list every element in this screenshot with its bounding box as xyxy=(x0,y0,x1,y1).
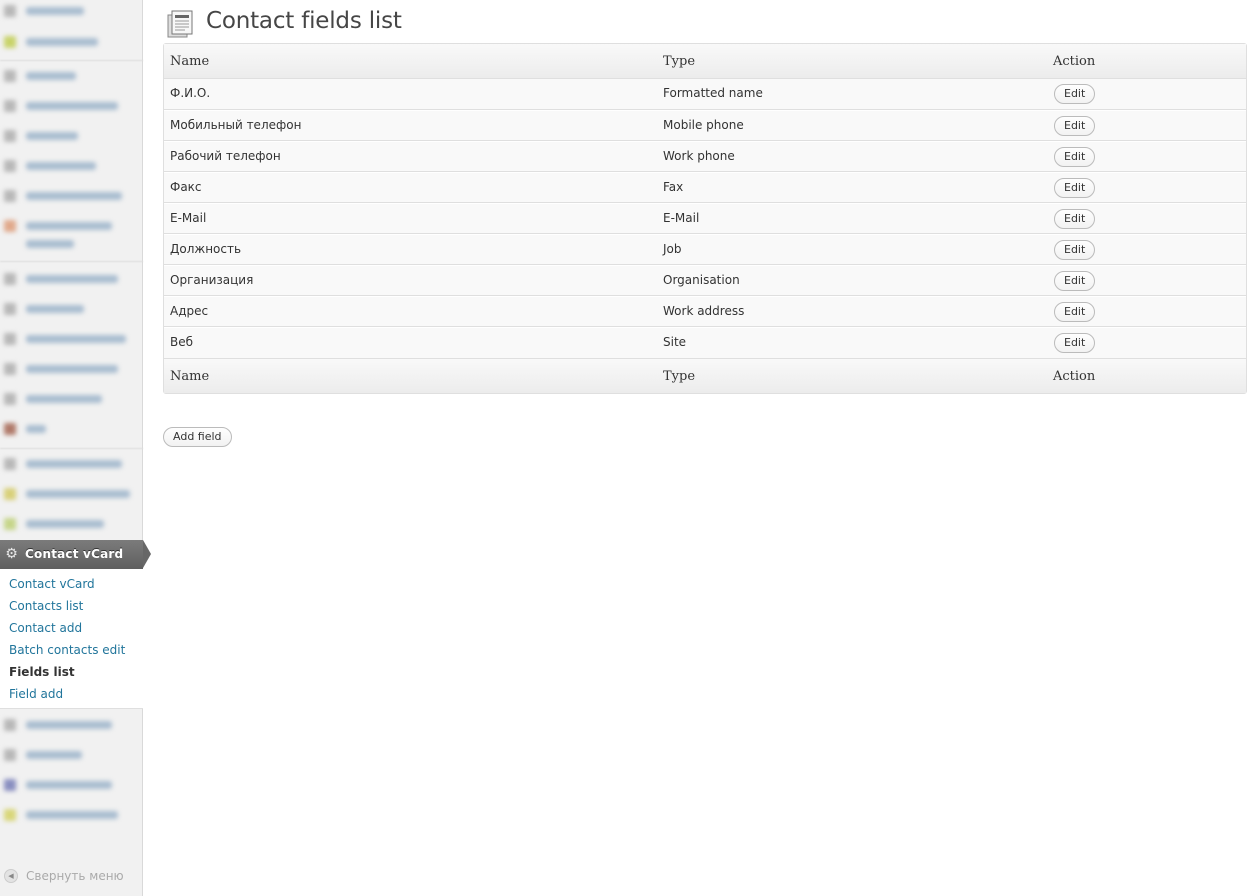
menu-item-label: Contact vCard xyxy=(25,547,124,561)
table-row: Рабочий телефон Work phone Edit xyxy=(164,141,1246,172)
column-header-name[interactable]: Name xyxy=(170,54,209,69)
table-row: E-Mail E-Mail Edit xyxy=(164,203,1246,234)
field-type: Mobile phone xyxy=(663,118,744,132)
field-type: Fax xyxy=(663,180,684,194)
blurred-menu-item[interactable] xyxy=(4,302,124,316)
submenu-item-fields-list[interactable]: Fields list xyxy=(9,665,75,679)
submenu-item-contacts-list[interactable]: Contacts list xyxy=(9,599,83,613)
page-title: Contact fields list xyxy=(206,8,402,34)
field-name: Мобильный телефон xyxy=(170,118,302,132)
edit-button[interactable]: Edit xyxy=(1054,333,1096,353)
blurred-menu-item[interactable] xyxy=(4,487,130,501)
fields-table: Name Type Action Ф.И.О. Formatted name E… xyxy=(163,43,1247,394)
blurred-menu-item[interactable] xyxy=(4,272,124,286)
edit-button[interactable]: Edit xyxy=(1054,84,1096,104)
menu-separator xyxy=(0,448,143,449)
field-type: Organisation xyxy=(663,273,740,287)
field-type: Work phone xyxy=(663,149,735,163)
field-name: Ф.И.О. xyxy=(170,86,211,100)
column-header-action: Action xyxy=(1053,54,1096,69)
edit-button[interactable]: Edit xyxy=(1054,271,1096,291)
column-footer-type[interactable]: Type xyxy=(663,369,695,384)
blurred-menu-item[interactable] xyxy=(4,35,124,49)
field-name: Организация xyxy=(170,273,254,287)
add-field-button[interactable]: Add field xyxy=(163,427,232,447)
table-footer: Name Type Action xyxy=(164,358,1246,393)
collapse-arrow-icon: ◀ xyxy=(4,869,18,883)
submenu-contact-vcard: Contact vCard Contacts list Contact add … xyxy=(0,569,143,709)
field-name: E-Mail xyxy=(170,211,207,225)
table-row: Организация Organisation Edit xyxy=(164,265,1246,296)
blurred-menu-item[interactable] xyxy=(4,99,124,113)
table-row: Должность Job Edit xyxy=(164,234,1246,265)
blurred-menu-item[interactable] xyxy=(4,778,124,792)
table-row: Адрес Work address Edit xyxy=(164,296,1246,327)
edit-button[interactable]: Edit xyxy=(1054,240,1096,260)
table-body: Ф.И.О. Formatted name Edit Мобильный тел… xyxy=(164,79,1246,358)
blurred-menu-item[interactable] xyxy=(4,808,124,822)
blurred-menu-item[interactable] xyxy=(4,362,124,376)
edit-button[interactable]: Edit xyxy=(1054,147,1096,167)
menu-separator xyxy=(0,60,143,61)
blurred-menu-item[interactable] xyxy=(4,129,124,143)
field-type: Work address xyxy=(663,304,745,318)
field-name: Веб xyxy=(170,335,194,349)
blurred-menu-item[interactable] xyxy=(4,4,124,18)
column-header-type[interactable]: Type xyxy=(663,54,695,69)
blurred-menu-item[interactable] xyxy=(4,69,124,83)
blurred-menu-item[interactable] xyxy=(4,332,126,346)
collapse-menu-label: Свернуть меню xyxy=(26,869,124,883)
blurred-menu-item[interactable] xyxy=(4,748,124,762)
blurred-menu-item[interactable] xyxy=(4,159,124,173)
field-name: Должность xyxy=(170,242,242,256)
blurred-menu-item xyxy=(4,237,124,251)
admin-sidebar: ⚙ Contact vCard Contact vCard Contacts l… xyxy=(0,0,151,896)
table-row: Ф.И.О. Formatted name Edit xyxy=(164,79,1246,110)
blurred-menu-item[interactable] xyxy=(4,422,124,436)
blurred-menu-item[interactable] xyxy=(4,392,124,406)
submenu-item-field-add[interactable]: Field add xyxy=(9,687,63,701)
collapse-menu-button[interactable]: ◀ Свернуть меню xyxy=(4,868,134,884)
table-header: Name Type Action xyxy=(164,44,1246,79)
edit-button[interactable]: Edit xyxy=(1054,116,1096,136)
menu-item-contact-vcard[interactable]: ⚙ Contact vCard xyxy=(0,540,151,569)
field-name: Рабочий телефон xyxy=(170,149,281,163)
edit-button[interactable]: Edit xyxy=(1054,209,1096,229)
submenu-item-batch-contacts-edit[interactable]: Batch contacts edit xyxy=(9,643,125,657)
blurred-menu-item[interactable] xyxy=(4,189,124,203)
submenu-item-contact-vcard[interactable]: Contact vCard xyxy=(9,577,95,591)
table-row: Факс Fax Edit xyxy=(164,172,1246,203)
field-type: Site xyxy=(663,335,687,349)
edit-button[interactable]: Edit xyxy=(1054,178,1096,198)
gear-icon: ⚙ xyxy=(5,546,18,562)
column-footer-name[interactable]: Name xyxy=(170,369,209,384)
blurred-menu-item[interactable] xyxy=(4,457,124,471)
blurred-menu-item[interactable] xyxy=(4,517,124,531)
menu-separator xyxy=(0,261,143,262)
blurred-menu-item[interactable] xyxy=(4,219,124,233)
document-list-icon xyxy=(165,9,195,39)
edit-button[interactable]: Edit xyxy=(1054,302,1096,322)
field-type: Formatted name xyxy=(663,86,763,100)
table-row: Веб Site Edit xyxy=(164,327,1246,358)
field-name: Факс xyxy=(170,180,202,194)
table-row: Мобильный телефон Mobile phone Edit xyxy=(164,110,1246,141)
field-type: Job xyxy=(663,242,682,256)
column-footer-action: Action xyxy=(1053,369,1096,384)
field-type: E-Mail xyxy=(663,211,700,225)
blurred-menu-item[interactable] xyxy=(4,718,124,732)
field-name: Адрес xyxy=(170,304,209,318)
submenu-item-contact-add[interactable]: Contact add xyxy=(9,621,82,635)
